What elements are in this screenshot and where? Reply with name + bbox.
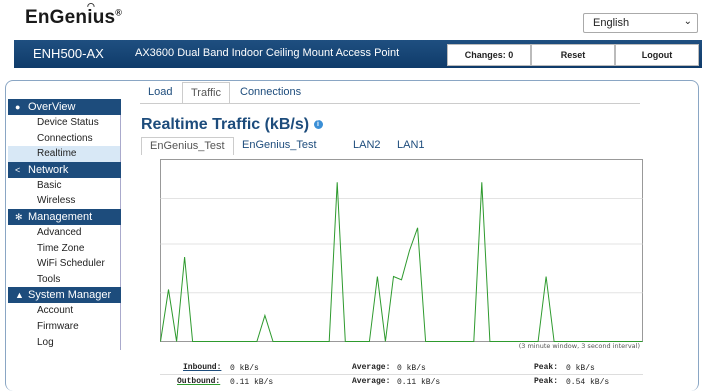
changes-button[interactable]: Changes: 0 [447,44,531,66]
inbound-value: 0 kB/s [230,364,259,373]
model-name: ENH500-AX [33,46,104,61]
info-icon: ● [15,102,21,112]
sidebar-item-tools[interactable]: Tools [8,271,121,288]
logout-button[interactable]: Logout [615,44,699,66]
sidebar-item-account[interactable]: Account [8,303,121,319]
page-title: Realtime Traffic (kB/s) i [141,116,323,134]
top-bar: EnGenius® ◠ English ⌄ [0,0,702,40]
tab-traffic[interactable]: Traffic [182,82,230,104]
sidebar-item-advanced[interactable]: Advanced [8,224,121,241]
tab-divider [140,103,640,104]
peak-in-value: 0 kB/s [566,364,595,373]
sidebar: ● OverView Device Status Connections Real… [8,99,121,351]
reset-button[interactable]: Reset [531,44,615,66]
average-in-value: 0 kB/s [397,364,426,373]
section-network[interactable]: < Network [8,161,121,178]
inbound-label: Inbound: [183,363,222,372]
header-banner: ENH500-AX AX3600 Dual Band Indoor Ceilin… [14,40,702,68]
engenius-logo: EnGenius® ◠ [25,1,123,28]
share-icon: < [15,164,21,175]
sidebar-item-connections[interactable]: Connections [8,130,121,147]
average-out-label: Average: [352,377,391,386]
sidebar-item-log[interactable]: Log [8,334,121,351]
subtab-lan2[interactable]: LAN2 [345,137,389,155]
sidebar-item-wifi-scheduler[interactable]: WiFi Scheduler [8,256,121,272]
sidebar-item-time-zone[interactable]: Time Zone [8,240,121,257]
stats-divider [160,374,643,375]
model-description: AX3600 Dual Band Indoor Ceiling Mount Ac… [135,47,400,59]
section-management[interactable]: ✻ Management [8,208,121,225]
gear-icon: ✻ [15,211,23,222]
sidebar-item-device-status[interactable]: Device Status [8,115,121,131]
sidebar-item-firmware[interactable]: Firmware [8,318,121,335]
outbound-label: Outbound: [177,377,221,386]
peak-out-label: Peak: [534,377,559,386]
user-icon: ▲ [15,290,24,301]
average-out-value: 0.11 kB/s [397,378,441,387]
tab-connections[interactable]: Connections [232,82,309,104]
peak-out-value: 0.54 kB/s [566,378,610,387]
chart-frame [160,159,643,342]
wifi-icon: ◠ [87,1,96,11]
chart-note: (3 minute window, 3 second interval) [519,342,640,350]
subtab-lan1[interactable]: LAN1 [389,137,433,155]
sidebar-item-wireless[interactable]: Wireless [8,193,121,209]
section-system-manager[interactable]: ▲ System Manager [8,287,121,304]
sidebar-item-basic[interactable]: Basic [8,177,121,194]
average-in-label: Average: [352,363,391,372]
subtab-engenius-test-2[interactable]: EnGenius_Test [234,137,325,155]
traffic-chart: 0.150.30.44 (3 minute window, 3 second i… [160,159,643,350]
info-icon[interactable]: i [313,120,323,130]
subtab-engenius-test-1[interactable]: EnGenius_Test [141,137,234,155]
sidebar-item-realtime[interactable]: Realtime [8,146,121,162]
peak-in-label: Peak: [534,363,559,372]
language-select[interactable]: English ⌄ [583,13,698,33]
outbound-value: 0.11 kB/s [230,378,274,387]
section-overview[interactable]: ● OverView [8,99,121,115]
chevron-down-icon: ⌄ [683,16,692,27]
tab-load[interactable]: Load [140,82,180,104]
